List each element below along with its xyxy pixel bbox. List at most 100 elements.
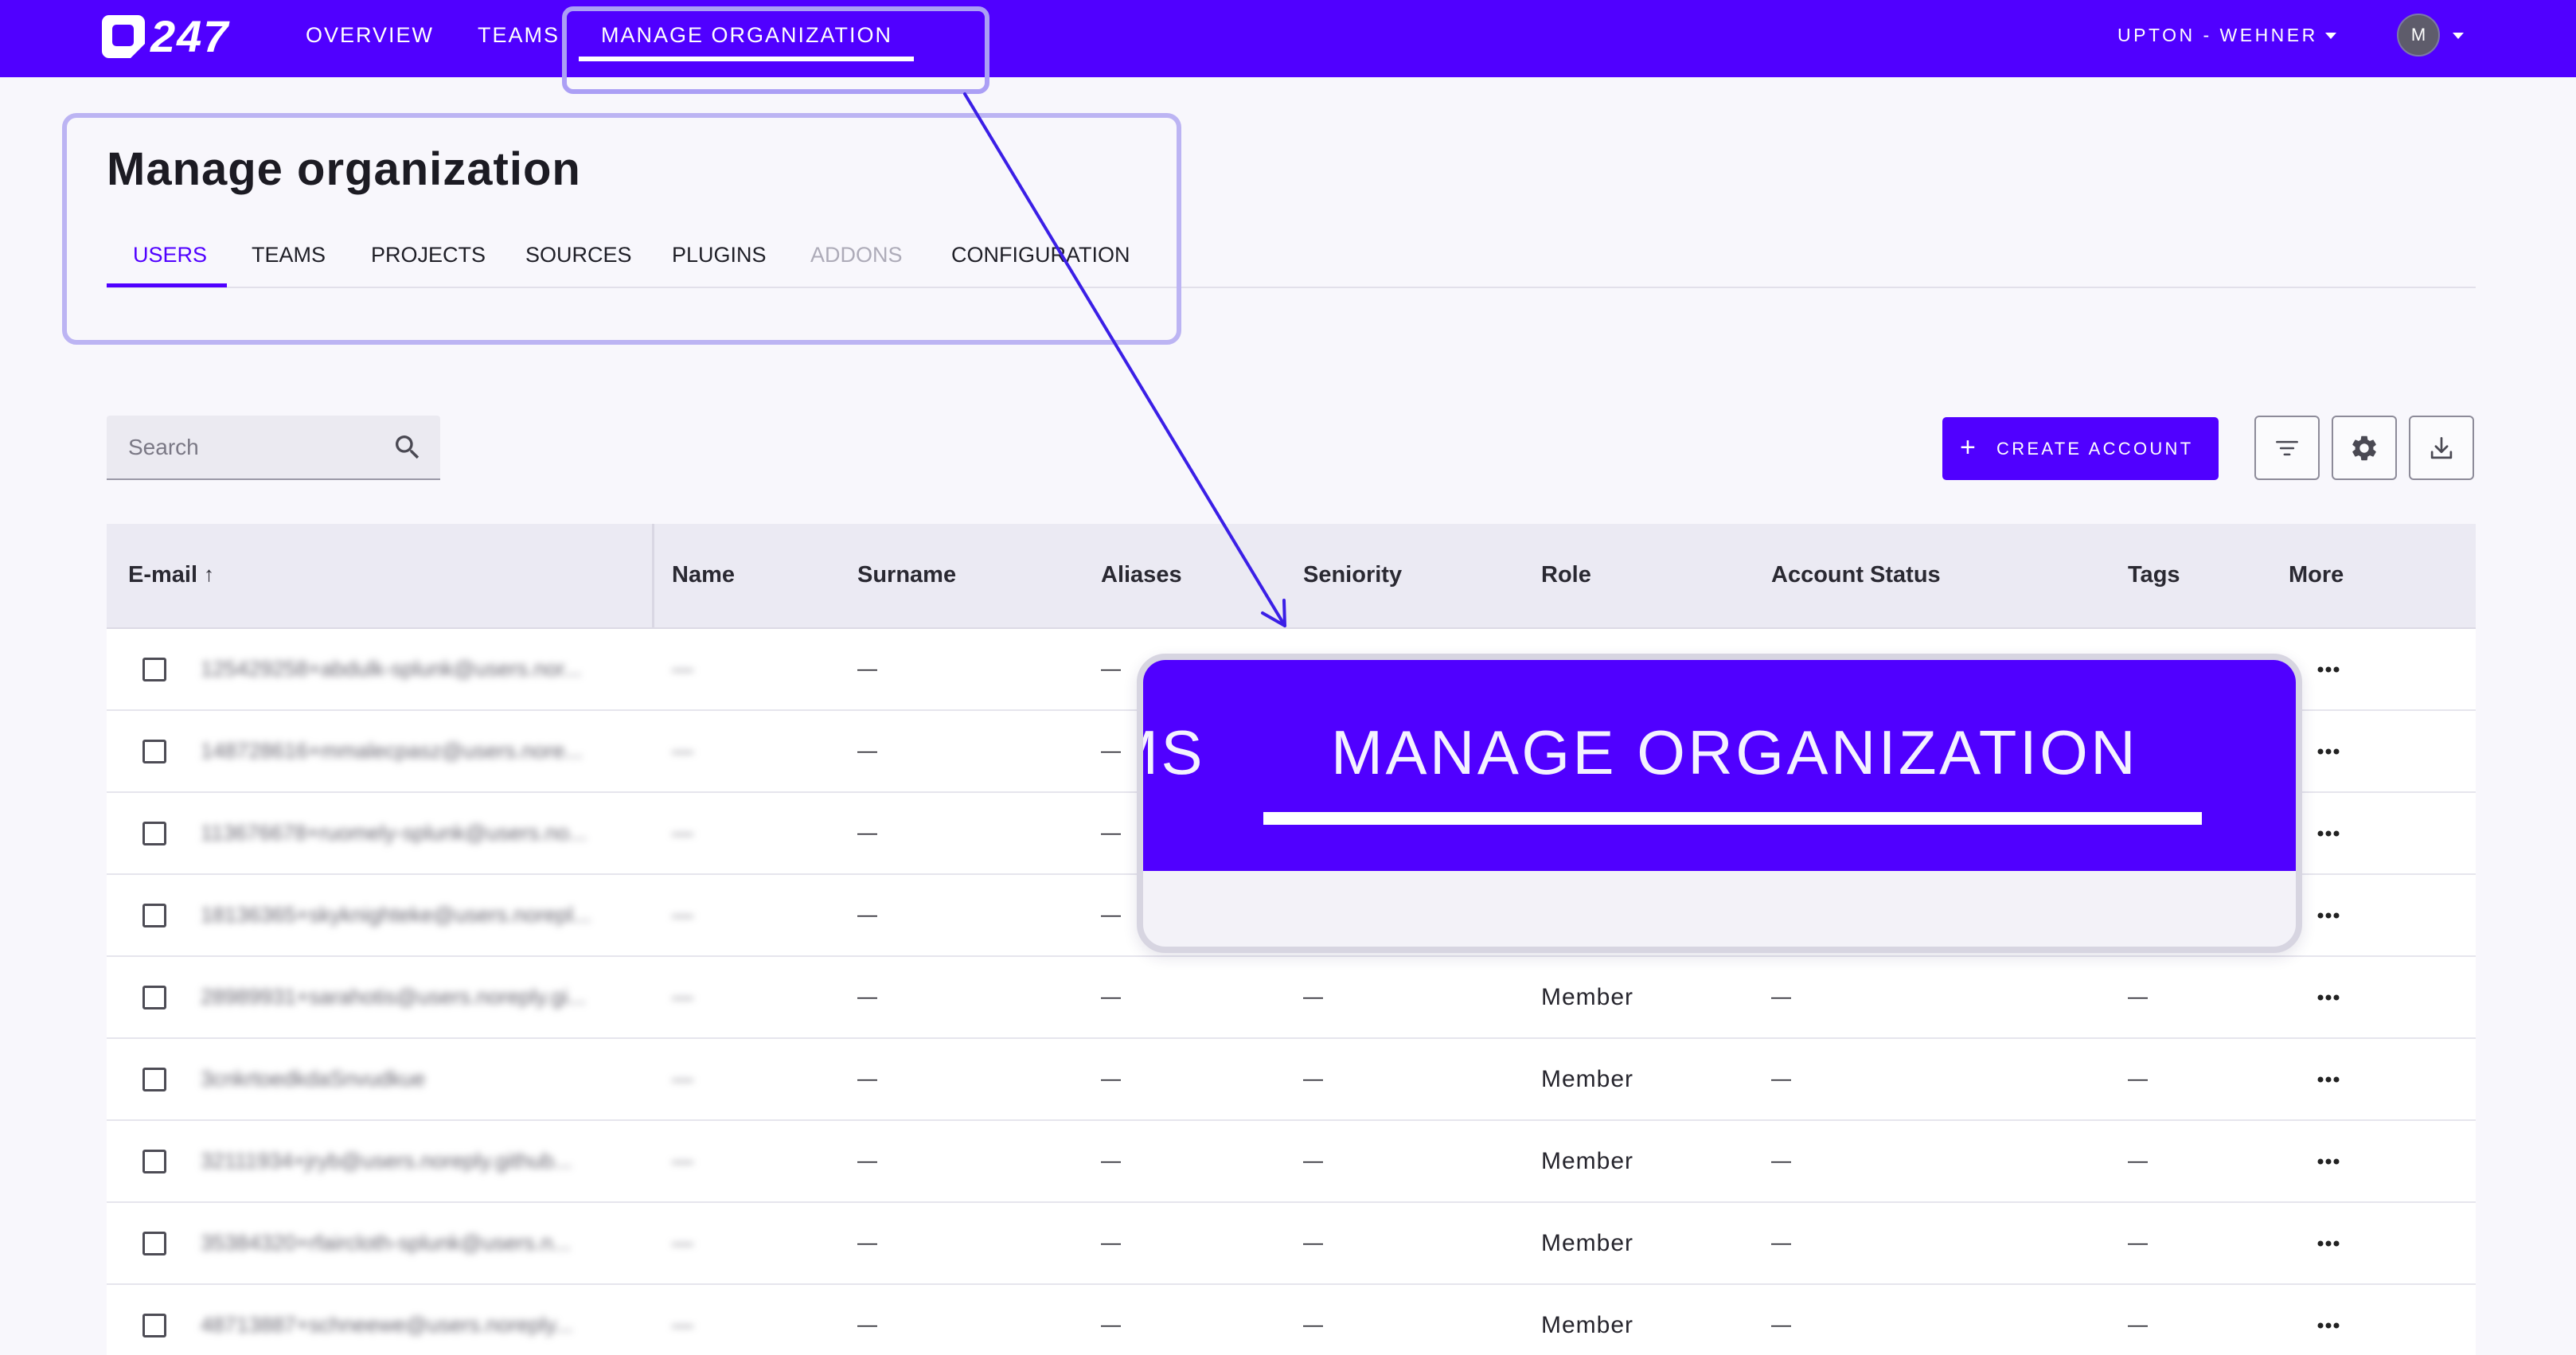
- settings-button[interactable]: [2332, 416, 2397, 480]
- tags-cell: —: [2128, 1314, 2148, 1336]
- name-cell: —: [672, 739, 693, 763]
- name-cell: —: [672, 821, 693, 845]
- nav-overview[interactable]: OVERVIEW: [306, 0, 434, 70]
- tab-projects[interactable]: PROJECTS: [371, 244, 486, 266]
- chevron-down-icon[interactable]: [2453, 33, 2464, 39]
- zoom-callout-label: MANAGE ORGANIZATION: [1331, 717, 2139, 787]
- column-header-tags[interactable]: Tags: [2128, 524, 2180, 626]
- email-cell: 48713887+schneewe@users.noreply...: [201, 1313, 573, 1337]
- table-row: 35384320+rfaircloth-splunk@users.n... — — —…: [107, 1203, 2476, 1285]
- seniority-cell: —: [1303, 1150, 1323, 1172]
- email-cell: 18136365+skyknighteke@users.norepl...: [201, 903, 591, 927]
- search-box: [107, 416, 440, 480]
- more-options-icon[interactable]: [2317, 1322, 2340, 1329]
- row-checkbox[interactable]: [142, 986, 166, 1009]
- tab-teams[interactable]: TEAMS: [252, 244, 326, 266]
- top-nav-bar: 247 OVERVIEW TEAMS MANAGE ORGANIZATION U…: [0, 0, 2576, 77]
- email-cell: 28989931+sarahotis@users.noreply.gi...: [201, 985, 586, 1009]
- name-cell: —: [672, 985, 693, 1009]
- nav-active-underline: [579, 57, 914, 61]
- more-options-icon[interactable]: [2317, 748, 2340, 755]
- email-cell: 113676678+ruomely-splunk@users.no...: [201, 821, 587, 845]
- row-checkbox[interactable]: [142, 1068, 166, 1091]
- surname-cell: —: [857, 1314, 877, 1336]
- column-header-role[interactable]: Role: [1541, 524, 1591, 626]
- search-icon[interactable]: [392, 431, 423, 463]
- row-checkbox[interactable]: [142, 658, 166, 681]
- column-header-seniority[interactable]: Seniority: [1303, 524, 1402, 626]
- aliases-cell: —: [1101, 658, 1121, 680]
- zoom-callout: MS MANAGE ORGANIZATION: [1137, 654, 2302, 953]
- table-row: 32111934+jryb@users.noreply.github... — — —…: [107, 1121, 2476, 1203]
- account-status-cell: —: [1771, 1232, 1791, 1254]
- sort-ascending-icon[interactable]: ↑: [204, 524, 214, 624]
- chevron-down-icon[interactable]: [2325, 33, 2336, 39]
- tags-cell: —: [2128, 1150, 2148, 1172]
- column-header-surname[interactable]: Surname: [857, 524, 956, 626]
- logo-text[interactable]: 247: [150, 11, 229, 62]
- aliases-cell: —: [1101, 1150, 1121, 1172]
- aliases-cell: —: [1101, 1068, 1121, 1090]
- zoom-callout-partial-label: MS: [1143, 717, 1205, 787]
- tab-sources[interactable]: SOURCES: [525, 244, 632, 266]
- row-checkbox[interactable]: [142, 1314, 166, 1337]
- more-options-icon[interactable]: [2317, 1158, 2340, 1165]
- more-options-icon[interactable]: [2317, 1076, 2340, 1083]
- email-cell: 148728616+mmalecpasz@users.nore...: [201, 739, 583, 763]
- org-switcher[interactable]: UPTON - WEHNER: [2117, 0, 2318, 70]
- surname-cell: —: [857, 986, 877, 1008]
- role-cell: Member: [1541, 1148, 1634, 1174]
- name-cell: —: [672, 1313, 693, 1337]
- name-cell: —: [672, 1231, 693, 1255]
- surname-cell: —: [857, 1232, 877, 1254]
- row-checkbox[interactable]: [142, 1150, 166, 1173]
- tab-users[interactable]: USERS: [133, 244, 207, 266]
- column-header-account-status[interactable]: Account Status: [1771, 524, 1941, 626]
- role-cell: Member: [1541, 1312, 1634, 1338]
- seniority-cell: —: [1303, 986, 1323, 1008]
- column-divider[interactable]: [652, 524, 654, 627]
- more-options-icon[interactable]: [2317, 1240, 2340, 1247]
- name-cell: —: [672, 1067, 693, 1091]
- q-logo-icon[interactable]: [102, 15, 145, 58]
- aliases-cell: —: [1101, 1232, 1121, 1254]
- download-icon: [2430, 436, 2453, 459]
- row-checkbox[interactable]: [142, 1232, 166, 1255]
- column-header-more: More: [2289, 562, 2344, 588]
- table-header: E-mail ↑ Name Surname Aliases Seniority …: [107, 524, 2476, 629]
- account-status-cell: —: [1771, 1068, 1791, 1090]
- tab-active-underline: [107, 283, 227, 287]
- aliases-cell: —: [1101, 740, 1121, 762]
- tab-plugins[interactable]: PLUGINS: [672, 244, 767, 266]
- row-checkbox[interactable]: [142, 740, 166, 763]
- name-cell: —: [672, 657, 693, 681]
- aliases-cell: —: [1101, 986, 1121, 1008]
- column-header-name[interactable]: Name: [672, 524, 735, 626]
- avatar[interactable]: M: [2397, 14, 2440, 57]
- email-cell: 3cnkrtoedkdaSnvudkue: [201, 1067, 426, 1091]
- download-button[interactable]: [2409, 416, 2474, 480]
- nav-teams[interactable]: TEAMS: [478, 0, 560, 70]
- more-options-icon[interactable]: [2317, 912, 2340, 919]
- name-cell: —: [672, 903, 693, 927]
- surname-cell: —: [857, 1068, 877, 1090]
- account-status-cell: —: [1771, 1150, 1791, 1172]
- tab-configuration[interactable]: CONFIGURATION: [951, 244, 1130, 266]
- search-input[interactable]: [128, 416, 383, 478]
- surname-cell: —: [857, 1150, 877, 1172]
- filter-button[interactable]: [2254, 416, 2320, 480]
- aliases-cell: —: [1101, 822, 1121, 844]
- column-header-aliases[interactable]: Aliases: [1101, 524, 1182, 626]
- row-checkbox[interactable]: [142, 822, 166, 845]
- account-status-cell: —: [1771, 1314, 1791, 1336]
- column-header-email[interactable]: E-mail: [128, 524, 197, 626]
- surname-cell: —: [857, 740, 877, 762]
- page-title: Manage organization: [107, 143, 581, 195]
- more-options-icon[interactable]: [2317, 830, 2340, 837]
- more-options-icon[interactable]: [2317, 666, 2340, 673]
- row-checkbox[interactable]: [142, 904, 166, 927]
- create-account-button[interactable]: + CREATE ACCOUNT: [1942, 417, 2219, 480]
- name-cell: —: [672, 1149, 693, 1173]
- more-options-icon[interactable]: [2317, 994, 2340, 1001]
- role-cell: Member: [1541, 1066, 1634, 1092]
